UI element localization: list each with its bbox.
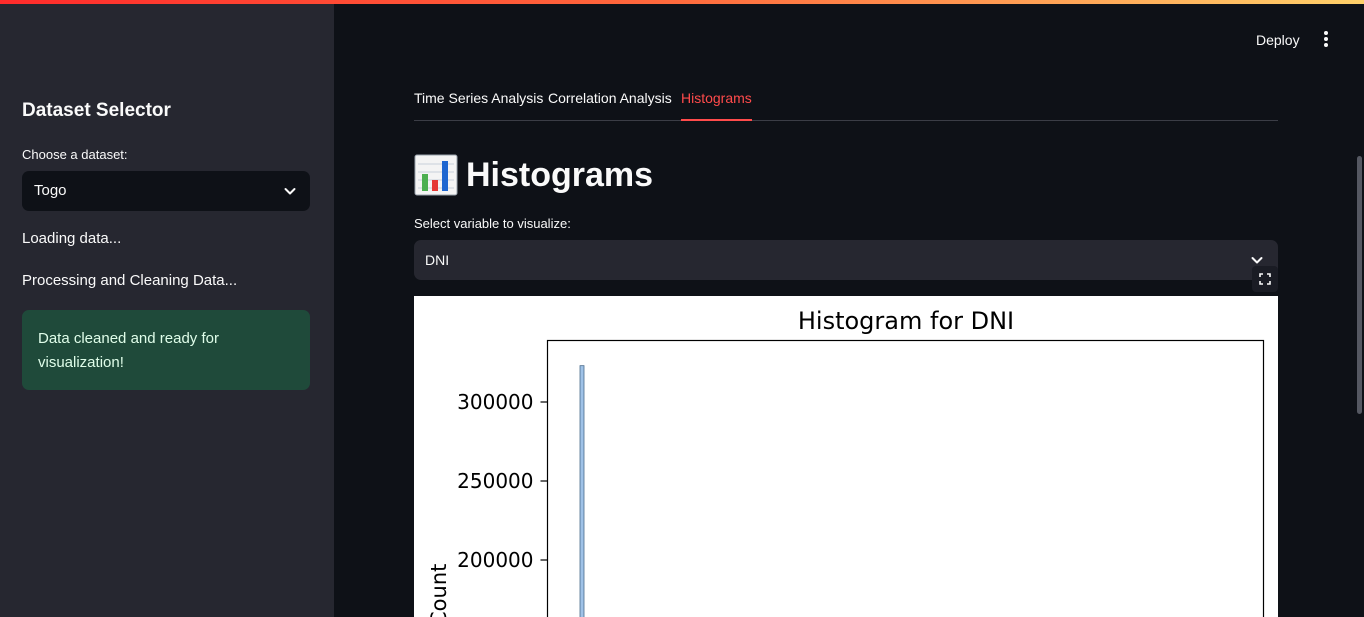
histogram-chart: Histogram for DNI Count 200000 250000 3000…: [414, 296, 1278, 617]
chart-y-axis-label: Count: [427, 564, 451, 617]
histogram-svg: Histogram for DNI Count 200000 250000 3000…: [427, 307, 1265, 617]
sidebar: Dataset Selector Choose a dataset: Togo …: [0, 4, 334, 617]
variable-select-value: DNI: [425, 252, 450, 268]
y-tick-label: 200000: [457, 548, 533, 572]
sidebar-title: Dataset Selector: [22, 100, 171, 121]
tab-correlation-analysis[interactable]: Correlation Analysis: [548, 90, 672, 121]
success-alert-text: Data cleaned and ready for visualization…: [38, 330, 219, 371]
dataset-select[interactable]: Togo: [22, 171, 310, 211]
vertical-dots-icon[interactable]: [1316, 28, 1336, 50]
chart-title: Histogram for DNI: [798, 307, 1014, 335]
page-title: Histograms: [414, 152, 653, 198]
page-title-text: Histograms: [466, 155, 654, 194]
success-alert: Data cleaned and ready for visualization…: [22, 310, 310, 390]
y-tick-label: 250000: [457, 469, 533, 493]
y-tick-label: 300000: [457, 390, 533, 414]
chart-y-axis: 200000 250000 300000: [457, 390, 548, 572]
variable-select[interactable]: DNI: [414, 240, 1278, 280]
chart-plot-frame: [546, 339, 1265, 617]
processing-status-text: Processing and Cleaning Data...: [22, 272, 238, 289]
histogram-bar: [579, 365, 585, 617]
variable-select-label: Select variable to visualize:: [414, 216, 571, 231]
chevron-down-icon: [282, 183, 298, 199]
tab-histograms[interactable]: Histograms: [681, 90, 752, 121]
page-scrollbar[interactable]: [1357, 156, 1362, 414]
tab-bar: Time Series Analysis Correlation Analysi…: [414, 80, 1278, 121]
tab-time-series-analysis[interactable]: Time Series Analysis: [414, 90, 543, 121]
loading-status-text: Loading data...: [22, 230, 122, 247]
bar-chart-icon: [414, 154, 458, 196]
chart-bars: [579, 365, 585, 617]
dataset-select-label: Choose a dataset:: [22, 147, 128, 162]
dataset-select-value: Togo: [34, 182, 67, 199]
deploy-button[interactable]: Deploy: [1250, 30, 1306, 50]
fullscreen-icon[interactable]: [1252, 266, 1278, 292]
